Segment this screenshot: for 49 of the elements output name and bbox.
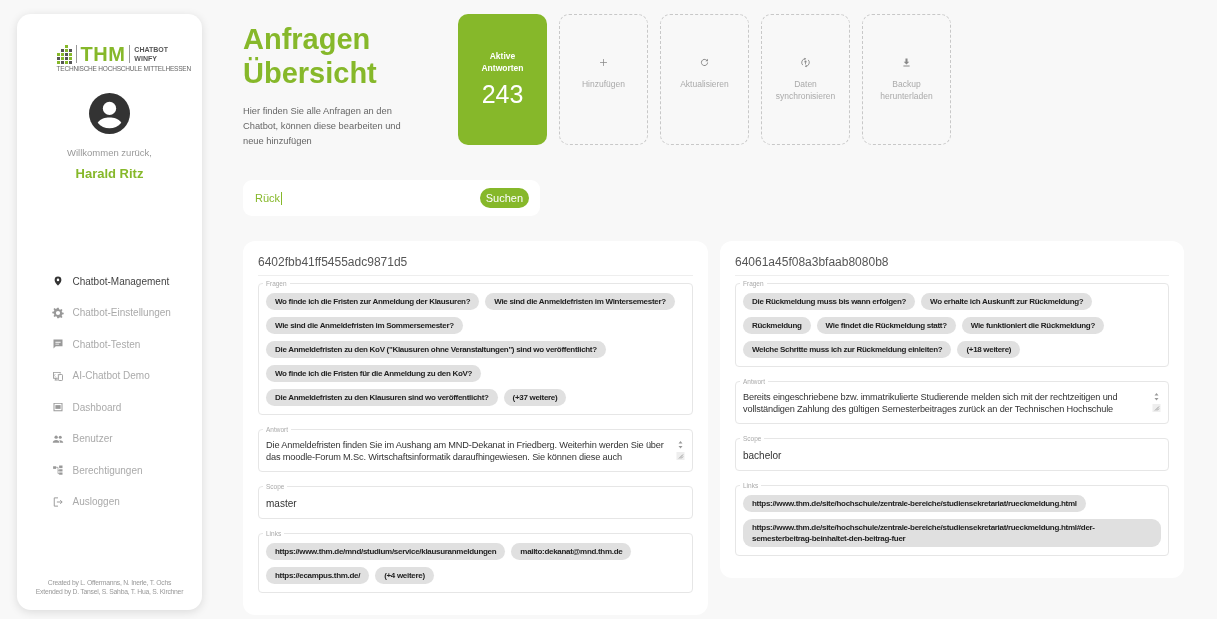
chip[interactable]: Wo finde ich die Fristen für die Anmeldung zu den KoV? xyxy=(266,365,482,382)
chip[interactable]: Wie sind die Anmeldefristen im Sommersemester? xyxy=(266,317,463,334)
hierarchy-icon xyxy=(51,464,64,477)
stat-value: 243 xyxy=(481,80,524,109)
monitor-icon xyxy=(51,369,64,382)
nav-item[interactable]: Chatbot-Management xyxy=(51,273,202,290)
chip[interactable]: https://www.thm.de/site/hochschule/zentrale-bereiche/studiensekretariat/rueckmeldung.html#der-semesterbeitrag-beinhaltet-den-beitrag-fuer xyxy=(743,519,1161,547)
request-id: 64061a45f08a3bfaab8080b8 xyxy=(735,255,1169,276)
chip[interactable]: (+18 weitere) xyxy=(957,341,1021,358)
chip[interactable]: (+4 weitere) xyxy=(375,567,434,584)
user-name: Harald Ritz xyxy=(75,166,144,181)
chip[interactable]: Rückmeldung xyxy=(743,317,811,334)
settings-icon xyxy=(51,306,64,319)
logo-dots-icon xyxy=(56,44,72,64)
textarea-scroll-icon xyxy=(1152,391,1161,413)
chip[interactable]: https://www.thm.de/site/hochschule/zentrale-bereiche/studiensekretariat/rueckmeldung.html xyxy=(743,495,1086,512)
chip[interactable]: Wie findet die Rückmeldung statt? xyxy=(816,317,956,334)
page-description: Hier finden Sie alle Anfragen an den Chatbot, können diese bearbeiten und neue hinzufügen xyxy=(243,105,402,148)
chip[interactable]: Welche Schritte muss ich zur Rückmeldung einleiten? xyxy=(743,341,952,358)
dashboard-icon xyxy=(51,401,64,414)
answer-text: Bereits eingeschriebene bzw. immatrikulierte Studierende melden sich mit der rechtzeitigen und vollständigen Zahlung des gültigen Semesterbeitrages zurück an der Technischen Hochschule xyxy=(743,391,1119,415)
chip[interactable]: https://www.thm.de/mnd/studium/service/klausuranmeldungen xyxy=(266,543,506,560)
page-title: Anfragen xyxy=(243,22,372,56)
chip[interactable]: https://ecampus.thm.de/ xyxy=(266,567,370,584)
chip[interactable]: Wie funktioniert die Rückmeldung? xyxy=(961,317,1105,334)
chip[interactable]: Die Rückmeldung muss bis wann erfolgen? xyxy=(743,293,916,310)
stat-label: Aktive Antworten xyxy=(480,50,525,74)
chip[interactable]: mailto:dekanat@mnd.thm.de xyxy=(511,543,632,560)
chat-bubble-icon xyxy=(51,338,64,351)
chip[interactable]: Wie sind die Anmeldefristen im Wintersemester? xyxy=(485,293,675,310)
chip[interactable]: Wo finde ich die Fristen zur Anmeldung der Klausuren? xyxy=(266,293,480,310)
sync-icon xyxy=(800,57,811,68)
chip[interactable]: Die Anmeldefristen zu den Klausuren sind wo veröffentlicht? xyxy=(266,389,498,406)
scope-value: bachelor xyxy=(743,449,783,462)
chip[interactable]: Die Anmeldefristen zu den KoV ("Klausuren ohne Veranstaltungen") sind wo veröffentlicht? xyxy=(266,341,606,358)
logo-text: THM xyxy=(80,44,126,64)
welcome-text: Willkommen zurück, xyxy=(67,147,152,158)
logout-icon xyxy=(51,495,64,508)
request-id: 6402fbb41ff5455adc9871d5 xyxy=(258,255,693,276)
page-title: Übersicht xyxy=(243,56,378,90)
chip[interactable]: (+37 weitere) xyxy=(503,389,567,406)
refresh-icon xyxy=(699,57,710,68)
answer-text: Die Anmeldefristen finden Sie im Aushang am MND-Dekanat in Friedberg. Weiterhin werden Sie über das moodle-Forum M.Sc. Wirtschaftsinformatik daraufhingewiesen. Sie können diese auch xyxy=(266,439,665,463)
download-icon xyxy=(901,57,912,68)
scope-value: master xyxy=(266,497,298,510)
plus-icon xyxy=(598,57,609,68)
textarea-scroll-icon xyxy=(676,439,685,461)
avatar-icon xyxy=(89,93,130,134)
chip[interactable]: Wo erhalte ich Auskunft zur Rückmeldung? xyxy=(921,293,1093,310)
